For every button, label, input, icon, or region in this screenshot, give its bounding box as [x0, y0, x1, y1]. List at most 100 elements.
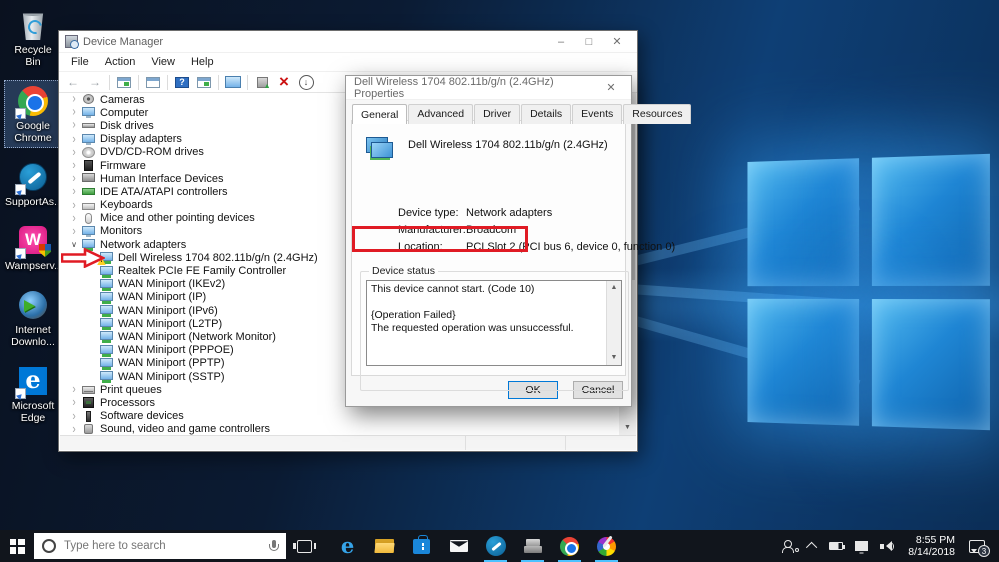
windows-logo-wallpaper [747, 153, 990, 431]
taskbar-app-button[interactable] [477, 530, 514, 562]
tree-chevron-icon[interactable] [68, 200, 80, 211]
dialog-tab[interactable]: General [352, 104, 408, 124]
dialog-titlebar[interactable]: Dell Wireless 1704 802.11b/g/n (2.4GHz) … [346, 76, 631, 100]
tree-chevron-icon[interactable] [68, 213, 80, 224]
people-button[interactable] [777, 530, 803, 562]
menu-item[interactable]: File [63, 54, 97, 70]
tree-chevron-icon[interactable] [68, 397, 80, 408]
tree-chevron-icon[interactable] [68, 424, 80, 435]
dialog-tab[interactable]: Advanced [408, 104, 474, 124]
tree-chevron-icon[interactable] [68, 173, 80, 184]
menu-item[interactable]: Action [97, 54, 144, 70]
desktop-icon[interactable]: Recycle Bin [4, 4, 62, 72]
chevron-up-icon [806, 541, 818, 554]
update-driver-icon[interactable] [252, 74, 272, 91]
console-tree-icon[interactable] [114, 74, 134, 91]
status-bar [60, 435, 636, 450]
tree-chevron-icon[interactable] [68, 411, 80, 422]
tree-item[interactable]: Software devices [60, 410, 619, 423]
volume-button[interactable] [874, 530, 900, 562]
status-line [371, 296, 603, 309]
taskbar-app-button[interactable] [588, 530, 625, 562]
minimize-button[interactable]: – [547, 32, 575, 52]
forward-icon[interactable] [85, 74, 105, 91]
device-type-icon [100, 278, 113, 291]
device-type-icon [82, 94, 95, 105]
taskbar-app-button[interactable] [403, 530, 440, 562]
tree-chevron-icon[interactable] [68, 384, 80, 395]
dialog-close-icon[interactable]: ✕ [597, 78, 625, 98]
dialog-tab[interactable]: Resources [623, 104, 692, 124]
taskbar-app-icon [413, 534, 430, 554]
tree-chevron-icon[interactable] [68, 226, 80, 237]
tree-item-label: WAN Miniport (IKEv2) [118, 278, 226, 291]
tree-item-label: Realtek PCIe FE Family Controller [118, 265, 287, 278]
close-button[interactable]: ✕ [603, 32, 631, 52]
tree-item-label: IDE ATA/ATAPI controllers [100, 185, 228, 198]
taskbar-app-button[interactable] [440, 530, 477, 562]
computer-icon[interactable] [223, 74, 243, 91]
shortcut-arrow-icon [15, 108, 26, 119]
device-type-icon [82, 173, 95, 184]
maximize-button[interactable]: □ [575, 32, 603, 52]
search-input[interactable] [64, 540, 261, 552]
dialog-tab[interactable]: Driver [474, 104, 521, 124]
export-list-icon[interactable] [194, 74, 214, 91]
device-type-icon [82, 200, 95, 211]
battery-button[interactable] [823, 530, 849, 562]
scan-hardware-changes-icon[interactable] [296, 74, 316, 91]
tree-item-label: Dell Wireless 1704 802.11b/g/n (2.4GHz) [118, 251, 318, 264]
status-bar-cell [466, 436, 566, 450]
shortcut-arrow-icon [15, 248, 26, 259]
start-button[interactable] [0, 530, 34, 562]
tree-item-label: Processors [100, 396, 156, 409]
dialog-tab[interactable]: Events [572, 104, 623, 124]
desktop-icon[interactable]: Internet Downlo... [4, 284, 62, 352]
dialog-tab[interactable]: Details [521, 104, 572, 124]
tree-chevron-icon[interactable] [68, 147, 80, 158]
tree-chevron-icon[interactable] [68, 120, 80, 131]
taskbar-app-icon [449, 540, 468, 552]
menu-item[interactable]: View [143, 54, 183, 70]
action-center-button[interactable]: 3 [963, 530, 997, 562]
taskbar-app-icon [523, 539, 542, 553]
device-type-icon [82, 212, 95, 224]
taskbar-app-button[interactable] [366, 530, 403, 562]
status-scrollbar[interactable]: ▲ ▼ [606, 281, 621, 365]
network-button[interactable] [849, 530, 874, 562]
tree-item-label: Print queues [100, 383, 162, 396]
desktop-icon-label: SupportAs... [5, 196, 63, 208]
taskbar-clock[interactable]: 8:55 PM 8/14/2018 [900, 534, 963, 558]
tree-chevron-icon[interactable] [68, 134, 80, 145]
desktop-icon[interactable]: Microsoft Edge [4, 360, 62, 428]
scroll-down-icon[interactable]: ▼ [607, 351, 621, 365]
tree-chevron-icon[interactable] [68, 160, 80, 171]
taskbar-app-button[interactable] [551, 530, 588, 562]
tree-chevron-icon[interactable] [68, 107, 80, 118]
device-manager-titlebar[interactable]: Device Manager – □ ✕ [59, 31, 637, 53]
desktop-icon[interactable]: Google Chrome [4, 80, 62, 148]
help-icon[interactable]: ? [172, 74, 192, 91]
task-view-button[interactable] [286, 530, 323, 562]
device-status-textbox[interactable]: This device cannot start. (Code 10) {Ope… [366, 280, 622, 366]
taskbar-app-button[interactable]: e [329, 530, 366, 562]
uninstall-device-icon[interactable] [274, 74, 294, 91]
show-hidden-icons-button[interactable] [803, 530, 823, 562]
taskbar-app-icon [597, 536, 616, 556]
microphone-icon[interactable] [269, 539, 279, 553]
tree-chevron-icon[interactable] [68, 186, 80, 197]
tree-item[interactable]: Sound, video and game controllers [60, 423, 619, 435]
scroll-up-icon[interactable]: ▲ [607, 281, 621, 295]
desktop-icon[interactable]: SupportAs... [4, 156, 63, 212]
properties-window-icon[interactable] [143, 74, 163, 91]
menu-item[interactable]: Help [183, 54, 222, 70]
scroll-down-icon[interactable]: ▼ [619, 420, 636, 435]
dialog-title: Dell Wireless 1704 802.11b/g/n (2.4GHz) … [354, 75, 554, 100]
taskbar-app-button[interactable] [514, 530, 551, 562]
taskbar-search[interactable] [34, 533, 286, 559]
device-type-icon [100, 371, 113, 384]
network-adapter-icon [364, 135, 394, 159]
desktop-icon[interactable]: Wampserv... [4, 220, 63, 276]
back-icon[interactable] [63, 74, 83, 91]
tree-chevron-icon[interactable] [68, 94, 80, 105]
